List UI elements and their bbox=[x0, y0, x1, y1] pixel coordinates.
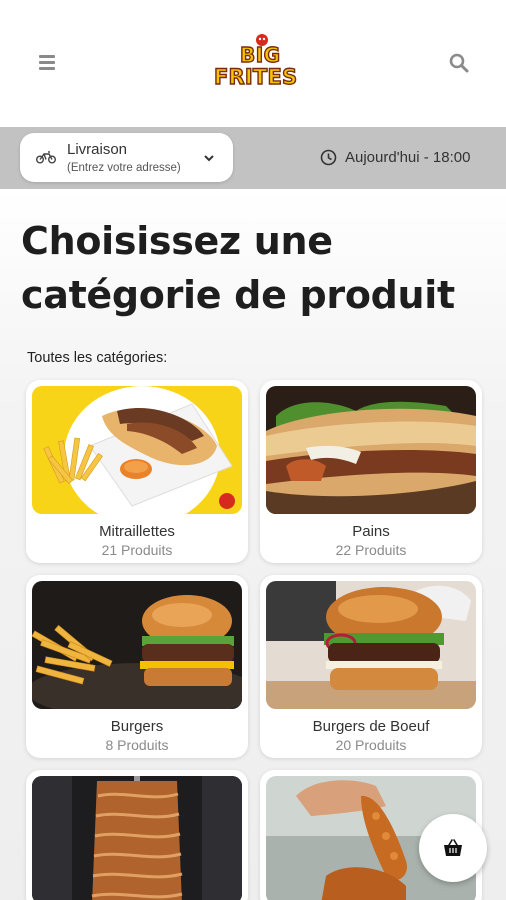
category-product-count: 22 Produits bbox=[335, 542, 407, 558]
category-card-kebab[interactable] bbox=[26, 770, 248, 900]
svg-text:BIG: BIG bbox=[240, 43, 281, 67]
category-product-count: 21 Produits bbox=[101, 542, 173, 558]
category-image-mitraillettes bbox=[32, 386, 242, 514]
category-name: Burgers bbox=[110, 718, 164, 735]
bicycle-icon bbox=[36, 150, 56, 164]
app-header: BIG FRITES bbox=[0, 0, 506, 127]
shopping-basket-icon bbox=[444, 839, 462, 856]
section-label: Toutes les catégories: bbox=[27, 350, 168, 366]
big-frites-logo[interactable]: BIG FRITES bbox=[206, 28, 302, 98]
svg-text:FRITES: FRITES bbox=[214, 65, 297, 89]
category-name: Burgers de Boeuf bbox=[312, 718, 430, 735]
category-name: Mitraillettes bbox=[99, 523, 175, 540]
page-title: Choisissez une catégorie de produit bbox=[21, 219, 455, 317]
category-name: Pains bbox=[352, 523, 390, 540]
chevron-down-icon bbox=[203, 151, 215, 163]
category-card-pains[interactable]: Pains 22 Produits bbox=[260, 380, 482, 563]
category-product-count: 8 Produits bbox=[105, 737, 169, 753]
category-image-burgers bbox=[32, 581, 242, 709]
category-card-mitraillettes[interactable]: Mitraillettes 21 Produits bbox=[26, 380, 248, 563]
category-product-count: 20 Produits bbox=[335, 737, 407, 753]
category-image-pains bbox=[266, 386, 476, 514]
delivery-address-selector[interactable]: Livraison (Entrez votre adresse) bbox=[20, 133, 233, 182]
category-card-burgers-de-boeuf[interactable]: Burgers de Boeuf 20 Produits bbox=[260, 575, 482, 758]
category-card-burgers[interactable]: Burgers 8 Produits bbox=[26, 575, 248, 758]
cart-button[interactable] bbox=[419, 814, 487, 882]
address-placeholder: (Entrez votre adresse) bbox=[67, 162, 181, 174]
delivery-time-label: Aujourd'hui - 18:00 bbox=[345, 149, 471, 166]
search-icon[interactable] bbox=[448, 52, 470, 74]
category-image-burgers-de-boeuf bbox=[266, 581, 476, 709]
delivery-mode-label: Livraison bbox=[67, 141, 128, 158]
category-image-kebab bbox=[32, 776, 242, 900]
hamburger-menu-icon[interactable] bbox=[39, 55, 55, 71]
clock-icon bbox=[320, 149, 337, 166]
